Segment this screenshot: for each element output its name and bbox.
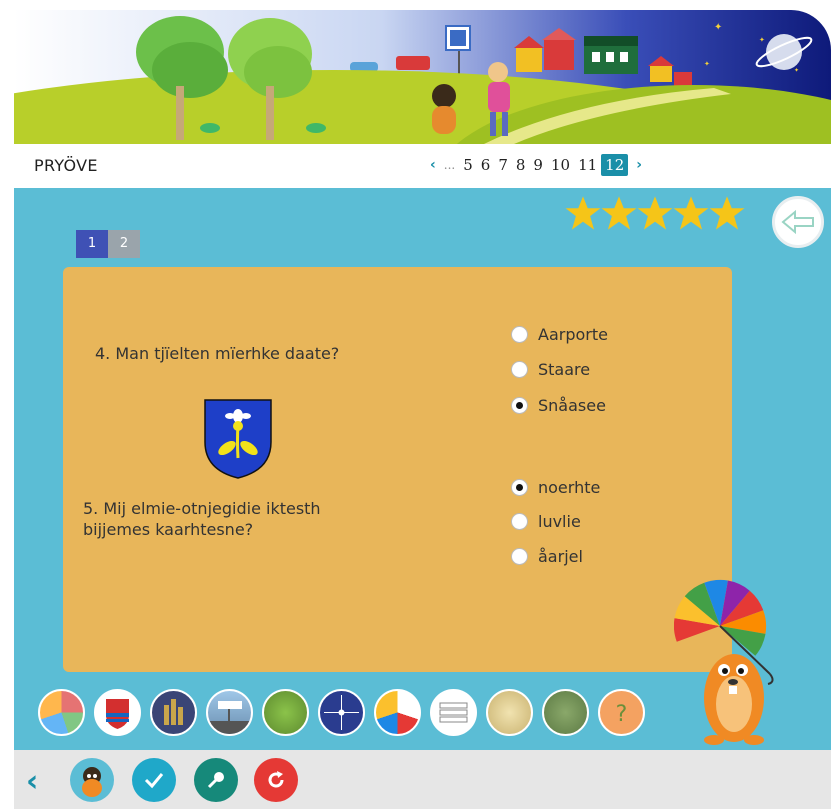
back-arrow-button[interactable] [772, 196, 824, 248]
map-icon[interactable] [38, 689, 85, 736]
option-noerhte[interactable]: noerhte [511, 478, 600, 497]
star-icon [601, 196, 637, 230]
radio-button-checked[interactable] [511, 397, 528, 414]
topic-icon-row: ? [38, 689, 654, 736]
radio-button-checked[interactable] [511, 479, 528, 496]
route-map-icon[interactable] [486, 689, 533, 736]
star-icon [709, 196, 745, 230]
bottom-toolbar: ‹ [14, 750, 831, 809]
option-label: åarjel [538, 547, 583, 566]
radio-button[interactable] [511, 513, 528, 530]
header-banner: ✦ ✦ ✦ ✦ [14, 10, 831, 144]
avatar-button[interactable] [70, 758, 114, 802]
question-4-text: 4. Man tjïelten mïerhke daate? [95, 344, 340, 363]
option-label: Snåasee [538, 396, 606, 415]
svg-text:✦: ✦ [704, 60, 710, 68]
reset-icon [268, 771, 284, 788]
svg-text:✦: ✦ [714, 22, 722, 33]
question-card: 4. Man tjïelten mïerhke daate? Aarporte … [63, 267, 732, 672]
star-icon [673, 196, 709, 230]
road-sign-icon[interactable] [206, 689, 253, 736]
tab-2[interactable]: 2 [108, 230, 140, 258]
check-icon [144, 773, 164, 789]
option-aarporte[interactable]: Aarporte [511, 325, 608, 344]
option-label: luvlie [538, 512, 581, 531]
key-icon [207, 772, 224, 789]
star-rating [564, 194, 745, 232]
option-snaasee[interactable]: Snåasee [511, 396, 606, 415]
page-link[interactable]: 6 [481, 156, 491, 174]
check-button[interactable] [132, 758, 176, 802]
radio-button[interactable] [511, 326, 528, 343]
page-link[interactable]: 5 [463, 156, 473, 174]
option-aarjel[interactable]: åarjel [511, 547, 583, 566]
page-current[interactable]: 12 [601, 154, 629, 176]
pagination-ellipsis: ... [443, 158, 456, 172]
svg-text:?: ? [616, 702, 628, 727]
option-staare[interactable]: Staare [511, 360, 590, 379]
quiz-area: 1 2 4. Man tjïelten mïerhke daate? Aarpo… [14, 188, 831, 750]
landscape-icon[interactable] [262, 689, 309, 736]
radio-button[interactable] [511, 548, 528, 565]
mascot-lemming-image [673, 578, 804, 752]
svg-text:✦: ✦ [759, 36, 765, 44]
city-icon[interactable] [150, 689, 197, 736]
coat-of-arms-icon[interactable] [94, 689, 141, 736]
star-icon [637, 196, 673, 230]
reset-button[interactable] [254, 758, 298, 802]
page-link[interactable]: 11 [578, 156, 597, 174]
option-label: Aarporte [538, 325, 608, 344]
pagination: ‹ ... 5 6 7 8 9 10 11 12 › [430, 152, 650, 178]
back-chevron-button[interactable]: ‹ [26, 764, 38, 799]
list-icon[interactable] [430, 689, 477, 736]
page-link[interactable]: 9 [533, 156, 543, 174]
option-label: Staare [538, 360, 591, 379]
page-title: PRYÖVE [34, 156, 98, 175]
map-region-icon[interactable] [374, 689, 421, 736]
pagination-next[interactable]: › [636, 157, 642, 173]
page-link[interactable]: 7 [498, 156, 508, 174]
title-bar: PRYÖVE ‹ ... 5 6 7 8 9 10 11 12 › [14, 144, 831, 188]
help-icon[interactable]: ? [598, 689, 645, 736]
compass-icon[interactable] [318, 689, 365, 736]
question-5-text: 5. Mij elmie-otnjegidie iktesth bijjemes… [83, 499, 321, 539]
option-label: noerhte [538, 478, 601, 497]
question-tabs: 1 2 [76, 230, 140, 258]
avatar-icon [82, 767, 102, 797]
terrain-icon[interactable] [542, 689, 589, 736]
pagination-prev[interactable]: ‹ [430, 157, 436, 173]
back-arrow-icon [781, 209, 814, 235]
option-luvlie[interactable]: luvlie [511, 512, 581, 531]
radio-button[interactable] [511, 361, 528, 378]
star-icon [565, 196, 601, 230]
page-link[interactable]: 10 [551, 156, 570, 174]
svg-text:✦: ✦ [794, 67, 799, 74]
coat-of-arms-image [203, 398, 273, 484]
key-button[interactable] [194, 758, 238, 802]
page-link[interactable]: 8 [516, 156, 526, 174]
tab-1[interactable]: 1 [76, 230, 108, 258]
